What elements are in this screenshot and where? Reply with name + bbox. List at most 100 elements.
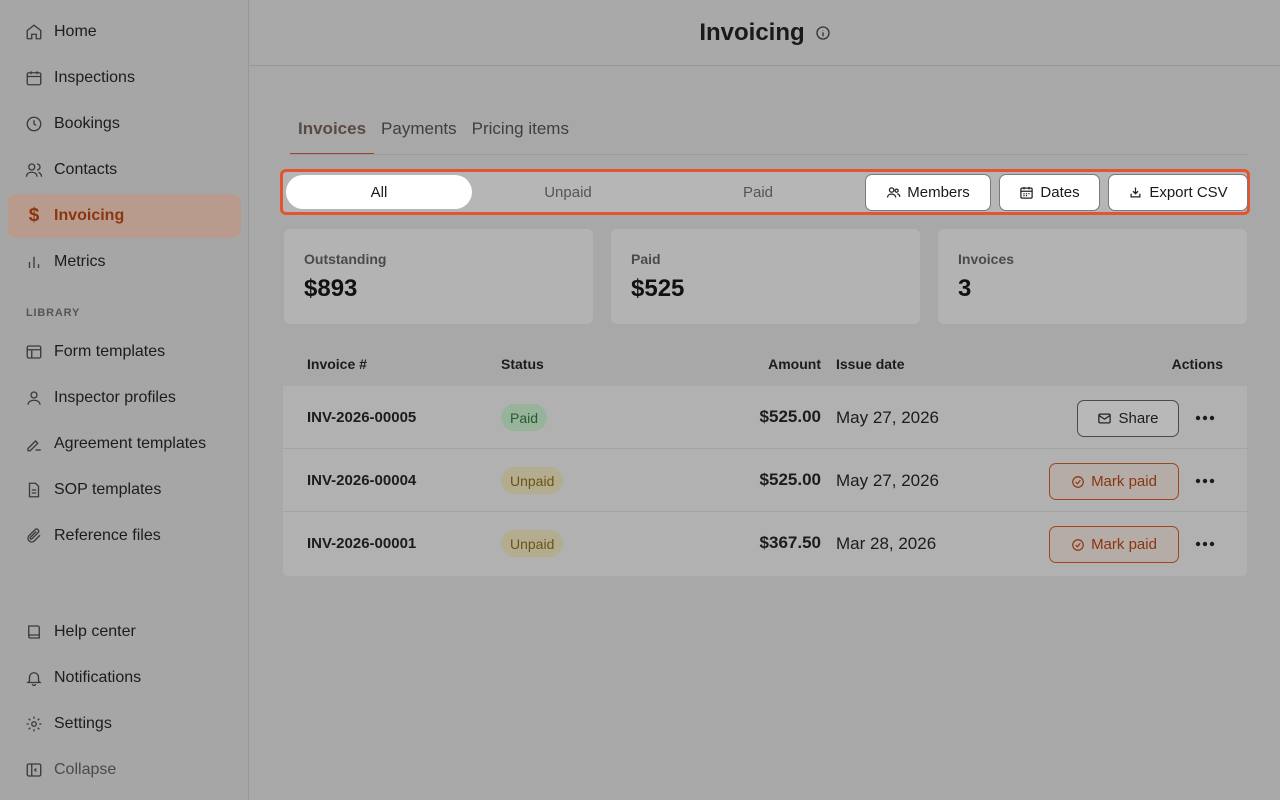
stat-value: 3: [958, 275, 972, 302]
document-icon: [24, 480, 44, 500]
sidebar-item-contacts[interactable]: Contacts: [8, 148, 241, 192]
invoice-issue-date: Mar 28, 2026: [836, 534, 937, 553]
gear-icon: [24, 714, 44, 734]
sidebar-item-form-templates[interactable]: Form templates: [8, 330, 241, 374]
library-section-label: LIBRARY: [26, 307, 81, 319]
segment-unpaid[interactable]: Unpaid: [473, 175, 663, 209]
stat-card-paid: Paid $525: [611, 229, 920, 324]
invoice-amount: $525.00: [759, 407, 821, 426]
sidebar-item-label: Inspections: [54, 69, 135, 86]
home-icon: [24, 22, 44, 42]
more-actions-icon[interactable]: [1193, 408, 1217, 428]
status-badge: Unpaid: [501, 530, 564, 557]
column-header-invoice: Invoice #: [307, 356, 367, 372]
sidebar-item-home[interactable]: Home: [8, 10, 241, 54]
sidebar-item-label: Notifications: [54, 669, 142, 686]
tab-invoices[interactable]: Invoices: [290, 111, 375, 155]
users-icon: [887, 187, 901, 198]
sidebar-item-label: Inspector profiles: [54, 389, 176, 406]
table-row[interactable]: INV-2026-00004 Unpaid $525.00 May 27, 20…: [283, 449, 1247, 512]
members-filter-label: Members: [907, 184, 970, 201]
sidebar-item-inspections[interactable]: Inspections: [8, 56, 241, 100]
share-button[interactable]: Share: [1077, 400, 1179, 437]
invoice-amount: $367.50: [759, 533, 821, 552]
sidebar-item-settings[interactable]: Settings: [8, 702, 241, 746]
sidebar-item-label: Agreement templates: [54, 435, 207, 452]
user-icon: [24, 388, 44, 408]
sidebar: Home Inspections Bookings Contacts $ Inv…: [0, 0, 249, 800]
filter-toolbar: All Unpaid Paid Members Dates Export CSV: [280, 169, 1250, 215]
tab-payments[interactable]: Payments: [373, 111, 465, 155]
sidebar-item-help-center[interactable]: Help center: [8, 610, 241, 654]
segment-all[interactable]: All: [286, 175, 472, 209]
invoice-number[interactable]: INV-2026-00004: [307, 472, 416, 489]
more-actions-icon[interactable]: [1193, 534, 1217, 554]
page-title: Invoicing: [699, 18, 805, 46]
export-csv-button[interactable]: Export CSV: [1108, 174, 1248, 211]
mark-paid-button[interactable]: Mark paid: [1049, 463, 1179, 500]
table-row[interactable]: INV-2026-00005 Paid $525.00 May 27, 2026…: [283, 386, 1247, 449]
signature-icon: [24, 434, 44, 454]
sidebar-item-reference-files[interactable]: Reference files: [8, 514, 241, 558]
sidebar-item-label: Collapse: [54, 761, 117, 778]
users-icon: [24, 160, 44, 180]
table-header: Invoice # Status Amount Issue date Actio…: [283, 340, 1247, 386]
invoice-amount: $525.00: [759, 470, 821, 489]
main-content: Invoices Payments Pricing items All Unpa…: [250, 67, 1280, 800]
clock-icon: [24, 114, 44, 134]
sidebar-item-metrics[interactable]: Metrics: [8, 240, 241, 284]
stat-card-invoices: Invoices 3: [938, 229, 1247, 324]
share-button-label: Share: [1118, 410, 1159, 427]
dates-filter-label: Dates: [1040, 184, 1080, 201]
table-row[interactable]: INV-2026-00001 Unpaid $367.50 Mar 28, 20…: [283, 512, 1247, 575]
layout-icon: [24, 342, 44, 362]
dates-filter-button[interactable]: Dates: [999, 174, 1100, 211]
stat-value: $893: [304, 275, 358, 302]
sidebar-item-inspector-profiles[interactable]: Inspector profiles: [8, 376, 241, 420]
sidebar-item-label: Help center: [54, 623, 136, 640]
status-badge: Unpaid: [501, 467, 564, 494]
download-icon: [1130, 187, 1141, 198]
sidebar-item-label: Bookings: [54, 115, 120, 132]
sidebar-item-label: Contacts: [54, 161, 118, 178]
bar-chart-icon: [24, 252, 44, 272]
export-csv-label: Export CSV: [1149, 184, 1228, 201]
sidebar-item-agreement-templates[interactable]: Agreement templates: [8, 422, 241, 466]
dollar-icon: $: [28, 205, 40, 226]
sidebar-item-label: Metrics: [54, 253, 106, 270]
sidebar-item-label: Invoicing: [54, 207, 125, 224]
sidebar-item-bookings[interactable]: Bookings: [8, 102, 241, 146]
book-icon: [24, 622, 44, 642]
sidebar-item-invoicing[interactable]: $ Invoicing: [8, 194, 241, 238]
tab-pricing-items[interactable]: Pricing items: [464, 111, 577, 155]
sidebar-item-sop-templates[interactable]: SOP templates: [8, 468, 241, 512]
mark-paid-button[interactable]: Mark paid: [1049, 526, 1179, 563]
invoice-number[interactable]: INV-2026-00005: [307, 409, 416, 426]
stat-label: Paid: [631, 251, 661, 267]
members-filter-button[interactable]: Members: [865, 174, 991, 211]
paperclip-icon: [24, 526, 44, 546]
column-header-issue-date: Issue date: [836, 356, 905, 372]
sidebar-item-label: Home: [54, 23, 97, 40]
column-header-actions: Actions: [1171, 356, 1223, 372]
sidebar-collapse-button[interactable]: Collapse: [8, 748, 241, 792]
invoice-issue-date: May 27, 2026: [836, 408, 940, 427]
status-badge: Paid: [501, 404, 548, 431]
sidebar-item-notifications[interactable]: Notifications: [8, 656, 241, 700]
invoice-number[interactable]: INV-2026-00001: [307, 535, 416, 552]
mail-icon: [1098, 413, 1112, 424]
stat-label: Outstanding: [304, 251, 387, 267]
info-icon[interactable]: [815, 25, 831, 41]
more-actions-icon[interactable]: [1193, 471, 1217, 491]
column-header-amount: Amount: [768, 356, 821, 372]
sidebar-collapse-icon: [24, 760, 44, 780]
check-circle-icon: [1072, 475, 1084, 488]
segment-paid[interactable]: Paid: [663, 175, 853, 209]
sidebar-item-label: Form templates: [54, 343, 166, 360]
sidebar-item-label: Reference files: [54, 527, 161, 544]
stat-value: $525: [631, 275, 685, 302]
sidebar-item-label: SOP templates: [54, 481, 162, 498]
stat-card-outstanding: Outstanding $893: [284, 229, 593, 324]
calendar-icon: [1020, 186, 1034, 199]
sidebar-item-label: Settings: [54, 715, 112, 732]
